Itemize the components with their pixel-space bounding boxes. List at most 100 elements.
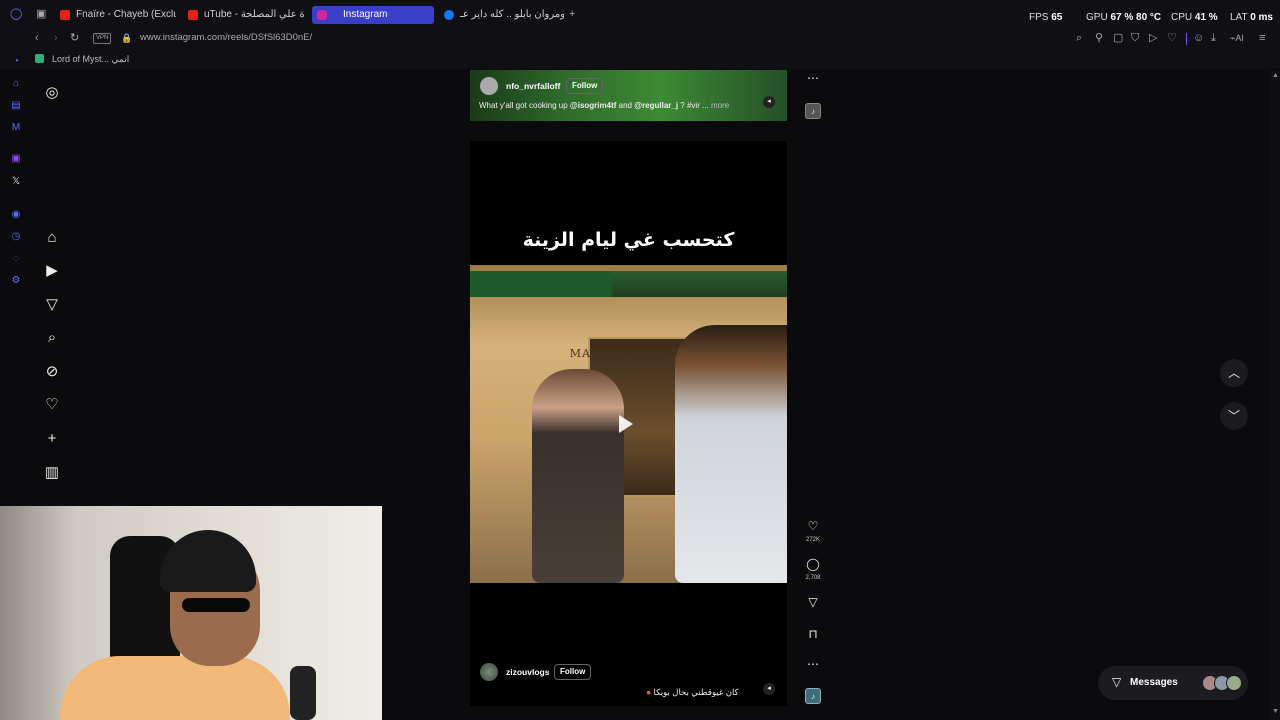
tab-label: ويجز ومروان بابلو .. كله داير عـ bbox=[460, 9, 564, 20]
webcam-microphone bbox=[290, 666, 316, 720]
browser-logo-icon[interactable]: ◯ bbox=[10, 8, 22, 20]
scroll-down-icon[interactable]: ▼ bbox=[1272, 708, 1279, 715]
tab-youtube-1[interactable]: Fnaïre - Chayeb (Exclusive bbox=[58, 6, 176, 24]
lat-label: LAT bbox=[1230, 12, 1248, 23]
cpu-readout: CPU 41 % bbox=[1171, 12, 1218, 23]
gpu-value: 67 % 80 °C bbox=[1110, 12, 1162, 23]
tab-overview-icon[interactable]: ▣ bbox=[36, 8, 46, 20]
youtube-icon bbox=[60, 10, 70, 20]
reel-previous[interactable]: nfo_nvrfalloff Follow What y'all got coo… bbox=[470, 70, 787, 121]
mention-link[interactable]: @regullar_j bbox=[634, 101, 678, 110]
tab-label: Fnaïre - Chayeb (Exclusive bbox=[76, 9, 176, 20]
reel-username[interactable]: zizouvlogs bbox=[506, 667, 549, 677]
messages-label: Messages bbox=[1130, 677, 1178, 688]
reel-username[interactable]: nfo_nvrfalloff bbox=[506, 81, 560, 91]
avatar[interactable] bbox=[480, 663, 498, 681]
shield-icon[interactable]: ⛉ bbox=[1131, 32, 1139, 44]
direct-icon: ▽ bbox=[1112, 675, 1122, 689]
forward-icon[interactable]: › bbox=[54, 32, 58, 44]
profile-icon[interactable]: ☺ bbox=[1193, 32, 1204, 44]
browser-tab-bar: ◯ ▣ Fnaïre - Chayeb (Exclusive uTube - د… bbox=[0, 0, 1280, 29]
share-icon[interactable]: ▽ bbox=[805, 594, 821, 610]
more-link[interactable]: more bbox=[711, 101, 729, 110]
audio-thumbnail-icon[interactable]: ♪ bbox=[805, 688, 821, 704]
previous-reel-button[interactable]: ︿ bbox=[1220, 359, 1248, 387]
reel-caption: What y'all got cooking up @isogrim4tf an… bbox=[479, 101, 729, 110]
create-icon[interactable]: + bbox=[42, 429, 62, 449]
reel-current[interactable]: كتحسب غي ليام الزينة MARINA RINALDI zizo… bbox=[470, 141, 787, 706]
bookmark-item[interactable]: Lord of Myst... انمي bbox=[52, 54, 129, 65]
avatar bbox=[1226, 675, 1242, 691]
cpu-value: 41 % bbox=[1194, 12, 1218, 23]
pin-icon[interactable]: ⚲ bbox=[1095, 32, 1103, 44]
lat-value: 0 ms bbox=[1250, 12, 1273, 23]
sidebar-history-icon[interactable]: ⌂ bbox=[10, 78, 22, 90]
instagram-icon bbox=[317, 10, 327, 20]
comment-icon[interactable]: ◯ bbox=[805, 556, 821, 572]
sidebar-mail-icon[interactable]: M bbox=[10, 122, 22, 134]
bookmarks-bar: Lord of Myst... انمي bbox=[0, 49, 1280, 69]
mute-icon[interactable]: ◂ bbox=[763, 683, 775, 695]
dashboard-icon[interactable]: ▥ bbox=[42, 463, 62, 483]
download-icon[interactable]: ⤓ bbox=[1211, 32, 1216, 44]
tab-label: uTube - دايرة علي المصلحة bbox=[204, 9, 304, 20]
mention-link[interactable]: @isogrim4tf bbox=[570, 101, 616, 110]
tab-facebook[interactable]: ويجز ومروان بابلو .. كله داير عـ bbox=[442, 6, 564, 24]
webcam-person-body bbox=[60, 656, 290, 720]
more-options-icon[interactable]: ⋯ bbox=[805, 70, 821, 86]
more-options-icon[interactable]: ⋯ bbox=[805, 656, 821, 672]
sidebar-clock-icon[interactable]: ◷ bbox=[10, 231, 22, 243]
chevron-down-icon: ﹀ bbox=[1227, 409, 1240, 423]
vpn-badge[interactable]: VPN bbox=[93, 33, 112, 44]
url-field[interactable]: www.instagram.com/reels/DSfSl63D0nE/ bbox=[140, 32, 312, 43]
video-frame[interactable]: MARINA RINALDI bbox=[470, 265, 787, 583]
follow-button[interactable]: Follow bbox=[566, 78, 604, 94]
menu-icon[interactable]: ≡ bbox=[1259, 32, 1265, 44]
reload-icon[interactable]: ↻ bbox=[70, 32, 79, 44]
back-icon[interactable]: ‹ bbox=[35, 32, 39, 44]
chevron-up-icon: ︿ bbox=[1227, 366, 1240, 380]
mute-icon[interactable]: ◂ bbox=[763, 96, 775, 108]
explore-icon[interactable]: ⊘ bbox=[42, 362, 62, 382]
instagram-logo-icon[interactable]: ◎ bbox=[42, 83, 62, 103]
reel-caption: ● كان غيوقطني بحال بوبكا bbox=[646, 687, 739, 698]
bookmark-favicon-icon bbox=[35, 54, 44, 63]
address-bar-row: ‹ › ↻ VPN 🔒 www.instagram.com/reels/DSfS… bbox=[0, 29, 1280, 49]
lat-readout: LAT 0 ms bbox=[1230, 12, 1273, 23]
sidebar-bookmarks-icon[interactable]: ◔ bbox=[10, 56, 22, 68]
tab-instagram[interactable]: Instagram bbox=[312, 6, 434, 24]
emoji-icon: ● bbox=[646, 687, 652, 697]
avatar[interactable] bbox=[480, 77, 498, 95]
zoom-icon[interactable]: ⌕ bbox=[1076, 32, 1082, 44]
next-reel-button[interactable]: ﹀ bbox=[1220, 402, 1248, 430]
messages-button[interactable]: ▽ Messages bbox=[1098, 666, 1248, 700]
scroll-up-icon[interactable]: ▲ bbox=[1272, 72, 1279, 79]
notifications-heart-icon[interactable]: ♡ bbox=[42, 395, 62, 415]
search-icon[interactable]: ⌕ bbox=[42, 328, 62, 348]
sidebar-twitch-icon[interactable]: ▣ bbox=[10, 153, 22, 165]
sidebar-settings-icon[interactable]: ⚙ bbox=[10, 275, 22, 287]
page-scrollbar[interactable]: ▲ ▼ bbox=[1270, 70, 1280, 720]
tab-youtube-2[interactable]: uTube - دايرة علي المصلحة bbox=[186, 6, 304, 24]
reels-icon[interactable]: ▶ bbox=[42, 261, 62, 281]
follow-button[interactable]: Follow bbox=[554, 664, 592, 680]
save-bookmark-icon[interactable]: ⊓ bbox=[805, 626, 821, 642]
ai-icon[interactable]: ⌁AI bbox=[1230, 32, 1244, 44]
garland bbox=[470, 271, 787, 297]
gpu-readout: GPU 67 % 80 °C bbox=[1086, 12, 1161, 23]
sidebar-player-icon[interactable]: ◉ bbox=[10, 209, 22, 221]
youtube-icon bbox=[188, 10, 198, 20]
like-heart-icon[interactable]: ♡ bbox=[805, 518, 821, 534]
play-icon[interactable]: ▷ bbox=[1149, 32, 1157, 44]
audio-thumbnail-icon[interactable]: ♪ bbox=[805, 103, 821, 119]
direct-icon[interactable]: ▽ bbox=[42, 295, 62, 315]
home-icon[interactable]: ⌂ bbox=[42, 228, 62, 248]
sidebar-notes-icon[interactable]: ▤ bbox=[10, 100, 22, 112]
caption-text: ? #vir ... bbox=[680, 101, 709, 110]
window-icon[interactable]: ▢ bbox=[1113, 32, 1123, 44]
sidebar-x-icon[interactable]: 𝕏 bbox=[10, 176, 22, 188]
play-icon[interactable] bbox=[619, 415, 633, 433]
heart-icon[interactable]: ♡ bbox=[1167, 32, 1177, 44]
new-tab-icon[interactable]: + bbox=[569, 8, 575, 20]
sidebar-chat-icon[interactable]: ◌ bbox=[10, 253, 22, 265]
